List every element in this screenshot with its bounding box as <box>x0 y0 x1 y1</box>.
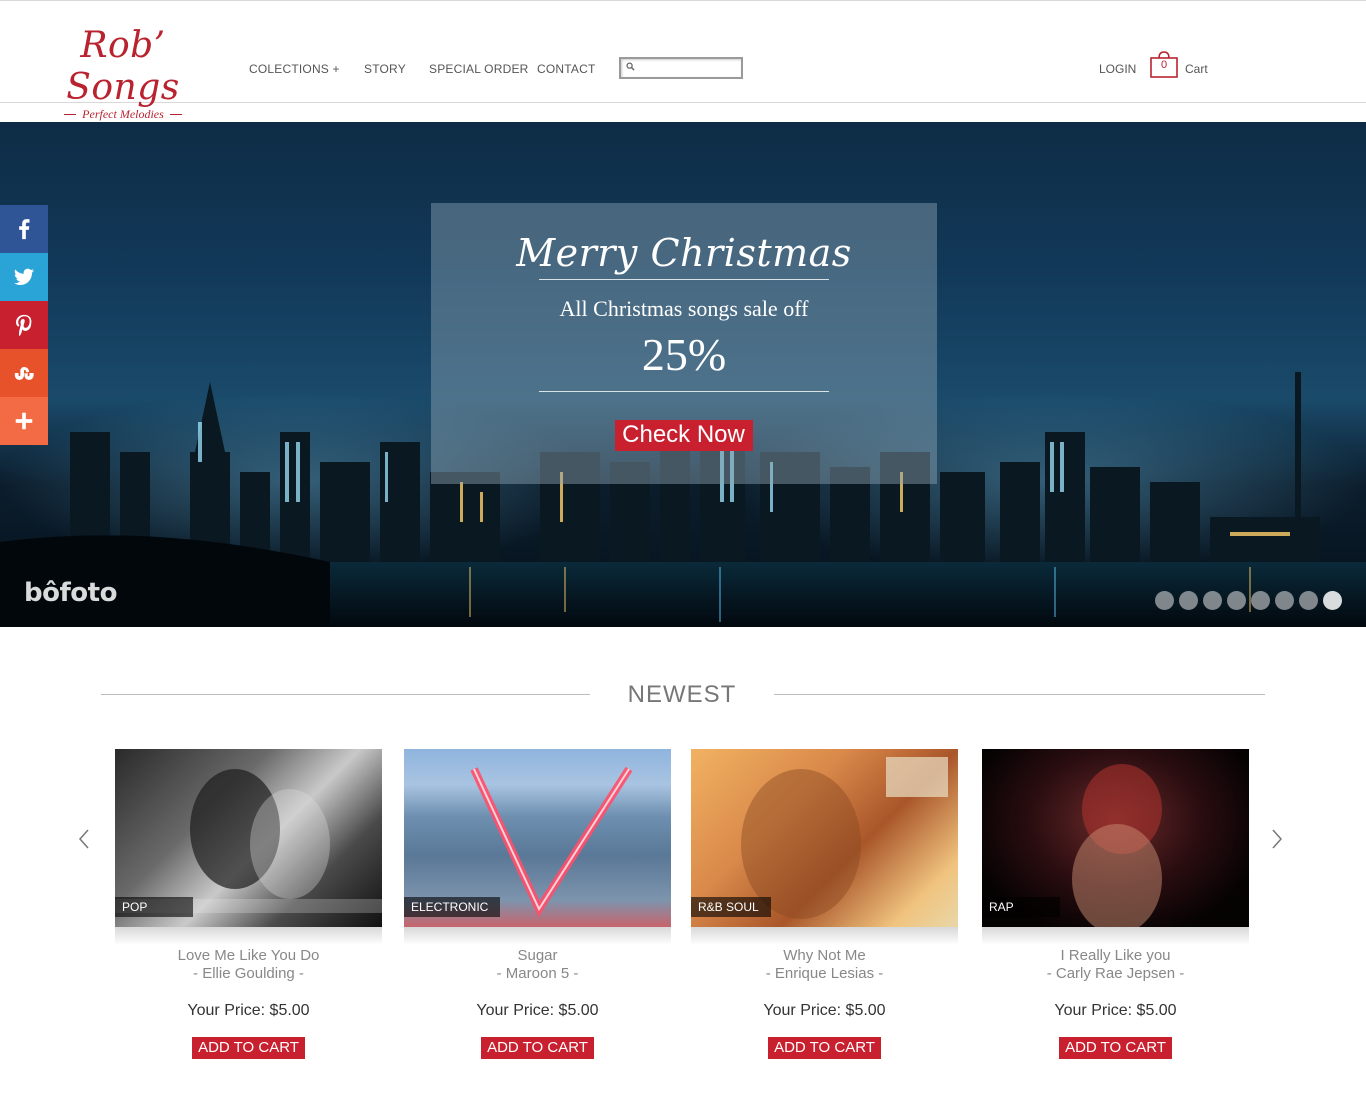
section-title-newest: NEWEST <box>627 681 737 708</box>
carousel-next-arrow-icon[interactable] <box>1270 828 1284 850</box>
song-title[interactable]: Sugar <box>404 947 671 965</box>
twitter-icon <box>13 268 35 285</box>
search-box <box>619 57 743 79</box>
genre-tag: POP <box>115 897 193 917</box>
card-shadow <box>982 927 1249 945</box>
add-to-cart-button[interactable]: ADD TO CART <box>1059 1037 1172 1059</box>
genre-tag: ELECTRONIC <box>404 897 501 917</box>
hero-banner: Merry Christmas All Christmas songs sale… <box>0 122 1366 627</box>
section-divider-right <box>774 694 1265 695</box>
tagline-dash-left <box>64 114 77 115</box>
promo-divider-top <box>539 279 829 280</box>
check-now-button[interactable]: Check Now <box>615 420 753 451</box>
stumbleupon-icon <box>14 367 34 380</box>
card-shadow <box>691 927 958 945</box>
tagline-text: Perfect Melodies <box>82 107 164 121</box>
slider-dot[interactable] <box>1155 591 1174 610</box>
album-cover-image[interactable]: ELECTRONIC <box>404 749 671 927</box>
search-icon[interactable] <box>626 62 635 71</box>
song-title[interactable]: Love Me Like You Do <box>115 947 382 965</box>
promo-subtitle: All Christmas songs sale off <box>559 296 809 321</box>
price-label: Your Price: $5.00 <box>763 1002 886 1019</box>
promo-divider-bottom <box>539 391 829 392</box>
product-card: ELECTRONIC Sugar - Maroon 5 - Your Price… <box>404 749 671 1059</box>
social-share-bar <box>0 205 48 445</box>
add-to-cart-button[interactable]: ADD TO CART <box>481 1037 594 1059</box>
song-title[interactable]: Why Not Me <box>691 947 958 965</box>
cart-count: 0 <box>1160 59 1168 71</box>
pinterest-share-button[interactable] <box>0 301 48 349</box>
facebook-icon <box>19 219 30 240</box>
slider-dot[interactable] <box>1203 591 1222 610</box>
section-divider-left <box>101 694 590 695</box>
logo-tagline: Perfect Melodies <box>28 107 218 122</box>
twitter-share-button[interactable] <box>0 253 48 301</box>
card-shadow <box>404 927 671 945</box>
album-cover-image[interactable]: POP <box>115 749 382 927</box>
slider-dot[interactable] <box>1275 591 1294 610</box>
slider-dot[interactable] <box>1179 591 1198 610</box>
slider-dots <box>1155 591 1342 610</box>
add-to-cart-button[interactable]: ADD TO CART <box>192 1037 305 1059</box>
price-label: Your Price: $5.00 <box>1054 1002 1177 1019</box>
slider-dot[interactable] <box>1323 591 1342 610</box>
carousel-prev-arrow-icon[interactable] <box>77 828 91 850</box>
facebook-share-button[interactable] <box>0 205 48 253</box>
genre-tag: RAP <box>982 897 1060 917</box>
album-cover-image[interactable]: R&B SOUL <box>691 749 958 927</box>
nav-story[interactable]: STORY <box>364 62 406 76</box>
nav-collections[interactable]: COLECTIONS + <box>249 62 340 76</box>
cart-link[interactable]: Cart <box>1185 62 1208 76</box>
artist-name: - Ellie Goulding - <box>193 965 304 982</box>
promo-box: Merry Christmas All Christmas songs sale… <box>431 203 937 484</box>
artist-name: - Enrique Lesias - <box>765 965 884 982</box>
product-card: R&B SOUL Why Not Me - Enrique Lesias - Y… <box>691 749 958 1059</box>
album-cover-image[interactable]: RAP <box>982 749 1249 927</box>
search-input[interactable] <box>639 60 739 76</box>
slider-dot[interactable] <box>1299 591 1318 610</box>
price-label: Your Price: $5.00 <box>476 1002 599 1019</box>
stumbleupon-share-button[interactable] <box>0 349 48 397</box>
song-title[interactable]: I Really Like you <box>982 947 1249 965</box>
logo[interactable]: Rob’ Songs Perfect Melodies <box>28 25 218 122</box>
share-more-button[interactable] <box>0 397 48 445</box>
nav-contact[interactable]: CONTACT <box>537 62 596 76</box>
login-link[interactable]: LOGIN <box>1099 62 1136 76</box>
price-label: Your Price: $5.00 <box>187 1002 310 1019</box>
add-to-cart-button[interactable]: ADD TO CART <box>768 1037 881 1059</box>
card-shadow <box>115 927 382 945</box>
product-card: POP Love Me Like You Do - Ellie Goulding… <box>115 749 382 1059</box>
promo-title: Merry Christmas <box>516 231 852 275</box>
artist-name: - Carly Rae Jepsen - <box>1046 965 1185 982</box>
photo-watermark: bôfoto <box>24 578 117 608</box>
nav-special-order[interactable]: SPECIAL ORDER <box>429 62 529 76</box>
slider-dot[interactable] <box>1227 591 1246 610</box>
slider-dot[interactable] <box>1251 591 1270 610</box>
tagline-dash-right <box>169 114 182 115</box>
product-card: RAP I Really Like you - Carly Rae Jepsen… <box>982 749 1249 1059</box>
promo-discount: 25% <box>641 329 727 380</box>
pinterest-icon <box>16 314 32 336</box>
logo-title: Rob’ Songs <box>66 25 180 108</box>
site-header: Rob’ Songs Perfect Melodies COLECTIONS +… <box>0 0 1366 121</box>
artist-name: - Maroon 5 - <box>496 965 579 982</box>
plus-icon <box>15 412 33 430</box>
genre-tag: R&B SOUL <box>691 897 771 917</box>
